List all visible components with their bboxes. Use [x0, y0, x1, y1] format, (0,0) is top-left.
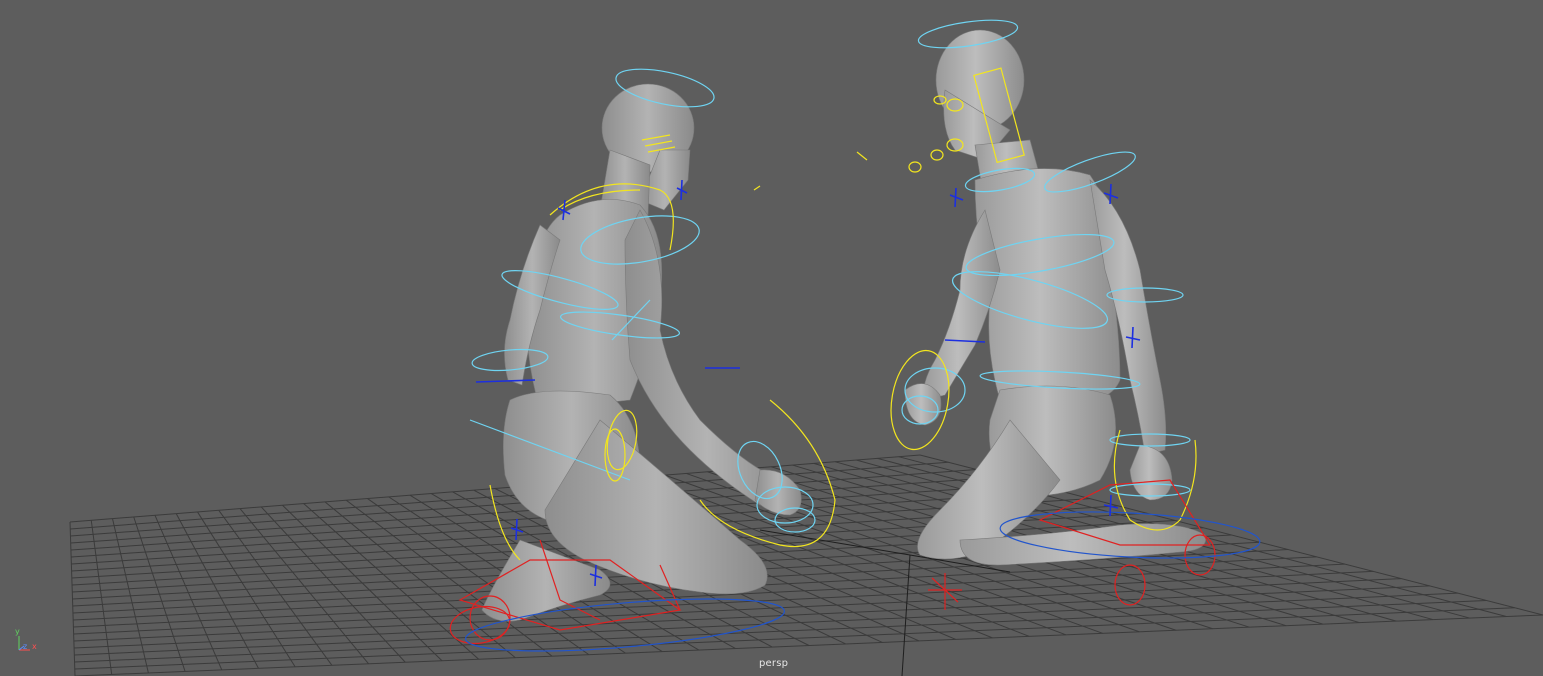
camera-name-label: persp — [759, 658, 789, 669]
viewport-scene[interactable] — [0, 0, 1543, 676]
y-axis-label: y — [15, 627, 20, 636]
left-character-mesh[interactable] — [481, 83, 802, 622]
view-axis-gizmo: y z x — [12, 628, 42, 658]
ground-grid — [69, 454, 1543, 676]
z-axis-label: z — [23, 642, 28, 651]
maya-perspective-viewport[interactable]: persp y z x — [0, 0, 1543, 676]
x-axis-label: x — [32, 642, 37, 651]
